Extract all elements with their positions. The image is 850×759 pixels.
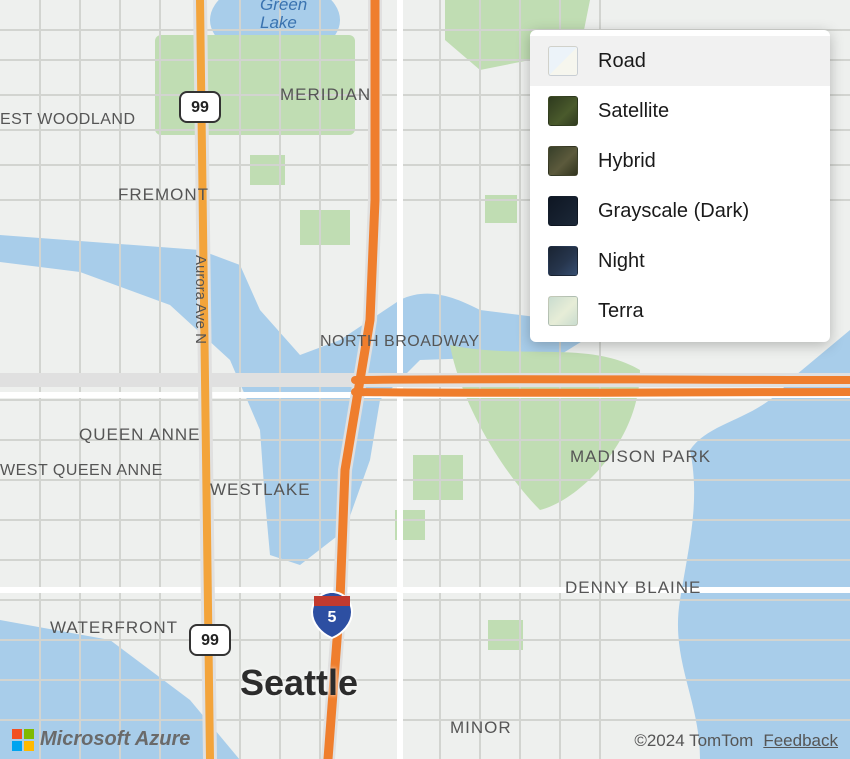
hood-madison-park: MADISON PARK: [570, 447, 711, 466]
hood-westlake: WESTLAKE: [210, 480, 311, 499]
style-option-grayscale-dark[interactable]: Grayscale (Dark): [530, 186, 830, 236]
svg-text:5: 5: [328, 609, 337, 626]
style-option-label: Satellite: [598, 100, 669, 123]
street-label-aurora: Aurora Ave N: [192, 255, 209, 344]
svg-text:99: 99: [191, 99, 209, 116]
route-shield-sr99-top: 99: [180, 92, 220, 122]
feedback-link[interactable]: Feedback: [763, 731, 838, 751]
hood-denny-blaine: DENNY BLAINE: [565, 578, 701, 597]
copyright-attribution: ©2024 TomTom Feedback: [634, 731, 838, 751]
svg-text:99: 99: [201, 632, 219, 649]
style-option-label: Grayscale (Dark): [598, 200, 749, 223]
map-tile-icon: [548, 246, 578, 276]
style-option-night[interactable]: Night: [530, 236, 830, 286]
map-viewport[interactable]: 99 99 5 Seattle GreenLake MERIDIAN EST W…: [0, 0, 850, 759]
hood-minor: MINOR: [450, 718, 512, 737]
style-option-label: Road: [598, 50, 646, 73]
style-option-hybrid[interactable]: Hybrid: [530, 136, 830, 186]
map-tile-icon: [548, 46, 578, 76]
hood-north-broadway: NORTH BROADWAY: [320, 333, 480, 350]
map-tile-icon: [548, 96, 578, 126]
brand-attribution: Microsoft Azure: [12, 728, 190, 751]
map-tile-icon: [548, 296, 578, 326]
city-label: Seattle: [240, 662, 358, 703]
hood-waterfront: WATERFRONT: [50, 618, 178, 637]
hood-fremont: FREMONT: [118, 185, 209, 204]
microsoft-icon: [12, 729, 34, 751]
style-option-terra[interactable]: Terra: [530, 286, 830, 336]
hood-est-woodland: EST WOODLAND: [0, 111, 136, 128]
brand-label: Microsoft Azure: [40, 728, 190, 751]
map-tile-icon: [548, 146, 578, 176]
copyright-text: ©2024 TomTom: [634, 731, 753, 751]
style-option-road[interactable]: Road: [530, 36, 830, 86]
style-option-label: Terra: [598, 300, 644, 323]
hood-queen-anne: QUEEN ANNE: [79, 425, 200, 444]
map-tile-icon: [548, 196, 578, 226]
hood-west-queen-anne: WEST QUEEN ANNE: [0, 462, 163, 479]
route-shield-sr99-bottom: 99: [190, 625, 230, 655]
hood-meridian: MERIDIAN: [280, 85, 371, 104]
style-option-label: Night: [598, 250, 645, 273]
style-option-label: Hybrid: [598, 150, 656, 173]
style-option-satellite[interactable]: Satellite: [530, 86, 830, 136]
map-style-picker[interactable]: Road Satellite Hybrid Grayscale (Dark) N…: [530, 30, 830, 342]
